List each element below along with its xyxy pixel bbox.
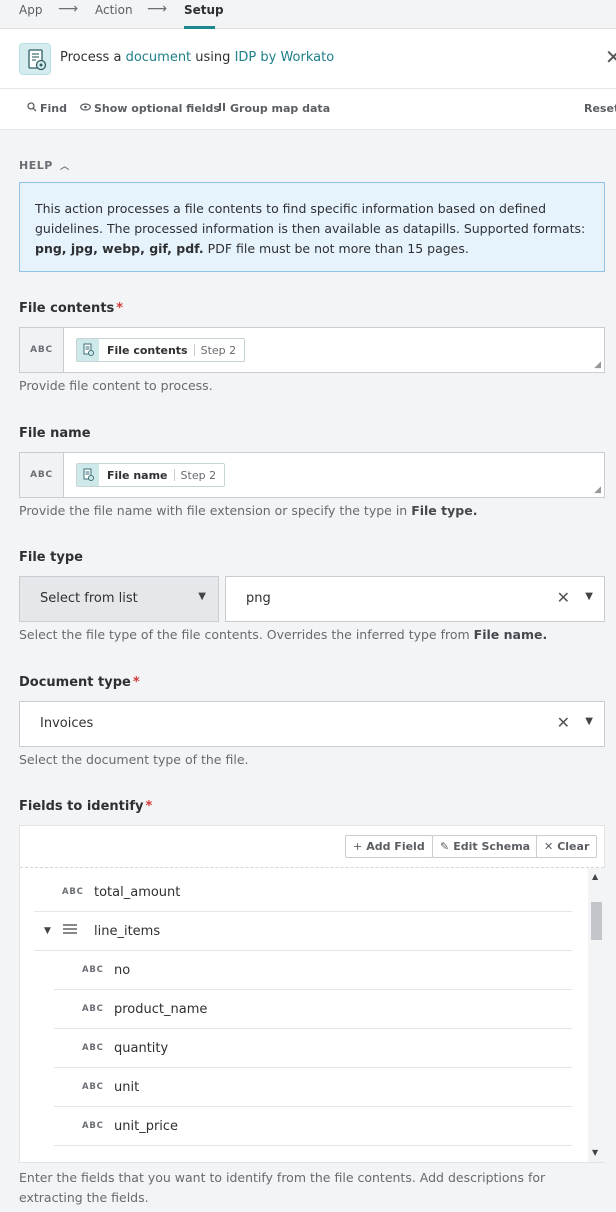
schema-row[interactable]: ABC quantity [54,1029,572,1068]
clear-icon[interactable]: ✕ [557,713,570,732]
required-marker: * [145,799,153,814]
file-contents-hint: Provide file content to process. [19,378,213,393]
toolbar: Find Show optional fields Group map data… [0,89,616,130]
resize-handle-icon[interactable]: ◢ [594,360,601,370]
field-type-tag: ABC [20,328,64,372]
caret-down-icon[interactable]: ▼ [585,591,593,602]
scroll-down-icon[interactable]: ▼ [592,1148,598,1157]
schema-row[interactable]: ▼ line_items [34,912,572,951]
schema-row[interactable]: ABC unit [54,1068,572,1107]
schema-row[interactable]: ABC no [54,951,572,990]
arrow-right-icon: ⟶ [58,1,79,17]
schema-row[interactable]: ABC product_name [54,990,572,1029]
file-name-field[interactable]: ABC File name Step 2 ◢ [19,452,605,498]
field-type-tag: ABC [20,453,64,497]
eye-icon [80,102,91,115]
search-icon [27,102,37,115]
arrow-right-icon: ⟶ [147,1,168,17]
field-type-tag: ABC [82,1004,104,1014]
breadcrumb: App ⟶ Action ⟶ Setup [0,0,616,29]
field-type-tag: ABC [62,887,84,897]
file-name-label: File name [19,426,91,441]
file-contents-label: File contents * [19,301,124,316]
scrollbar[interactable]: ▲ ▼ [588,868,605,1162]
list-icon [62,923,94,939]
fields-to-identify-hint: Enter the fields that you want to identi… [19,1170,546,1205]
file-type-label: File type [19,550,83,565]
required-marker: * [116,301,124,316]
datapill[interactable]: File name Step 2 [76,463,226,487]
step-title: Process a document using IDP by Workato [60,50,335,65]
scrollbar-thumb[interactable] [591,902,602,940]
field-type-tag: ABC [82,965,104,975]
clear-schema-button[interactable]: ✕ Clear [536,835,598,858]
close-icon: ✕ [544,840,554,853]
breadcrumb-app[interactable]: App [19,3,42,17]
close-icon[interactable]: ✕ [605,45,616,69]
field-type-tag: ABC [82,1082,104,1092]
idp-datapill-icon [77,464,99,486]
field-name: no [114,962,131,978]
field-name: line_items [94,923,161,939]
object-link[interactable]: document [126,50,192,65]
datapill[interactable]: File contents Step 2 [76,338,246,362]
pause-bars-icon [218,102,227,115]
file-type-mode-select[interactable]: Select from list ▼ [19,576,219,622]
scroll-up-icon[interactable]: ▲ [592,872,598,881]
resize-handle-icon[interactable]: ◢ [594,485,601,495]
file-type-select[interactable]: png ✕ ▼ [225,576,605,622]
find-button[interactable]: Find [27,102,67,115]
required-marker: * [132,675,140,690]
field-type-tag: ABC [82,1043,104,1053]
document-type-label: Document type * [19,675,140,690]
file-type-hint: Select the file type of the file content… [19,627,548,642]
step-header: Process a document using IDP by Workato … [0,29,616,89]
breadcrumb-action[interactable]: Action [95,3,133,17]
chevron-up-icon: ︿ [60,162,70,172]
edit-schema-button[interactable]: ✎ Edit Schema [432,835,539,858]
caret-down-icon[interactable]: ▼ [585,716,593,727]
field-name: product_name [114,1001,208,1017]
show-optional-fields-button[interactable]: Show optional fields [80,102,220,115]
field-name: total_amount [94,884,181,900]
idp-app-icon [19,43,51,75]
caret-down-icon: ▼ [198,591,206,602]
field-name: unit_price [114,1118,179,1134]
file-name-hint: Provide the file name with file extensio… [19,503,478,518]
field-name: unit [114,1079,140,1095]
document-type-hint: Select the document type of the file. [19,752,249,767]
add-field-button[interactable]: + Add Field [345,835,433,858]
app-link[interactable]: IDP by Workato [235,50,335,65]
file-contents-field[interactable]: ABC File contents Step 2 ◢ [19,327,605,373]
clear-icon[interactable]: ✕ [557,588,570,607]
plus-icon: + [353,840,363,853]
help-toggle[interactable]: HELP ︿ [19,159,70,172]
pencil-icon: ✎ [440,840,450,853]
group-map-data-button[interactable]: Group map data [218,102,330,115]
fields-to-identify-label: Fields to identify * [19,799,153,814]
schema-row[interactable]: ABC unit_price [54,1107,572,1146]
schema-toolbar: + Add Field ✎ Edit Schema ✕ Clear [20,826,604,868]
caret-down-icon[interactable]: ▼ [44,926,62,936]
help-box: This action processes a file contents to… [19,182,605,272]
schema-editor: + Add Field ✎ Edit Schema ✕ Clear ABC to… [19,825,605,1163]
reset-button[interactable]: Reset [584,102,616,115]
field-type-tag: ABC [82,1121,104,1131]
breadcrumb-setup[interactable]: Setup [184,3,224,17]
idp-datapill-icon [77,339,99,361]
schema-row[interactable]: ABC total_amount [34,873,572,912]
document-type-select[interactable]: Invoices ✕ ▼ [19,701,605,747]
field-name: quantity [114,1040,169,1056]
